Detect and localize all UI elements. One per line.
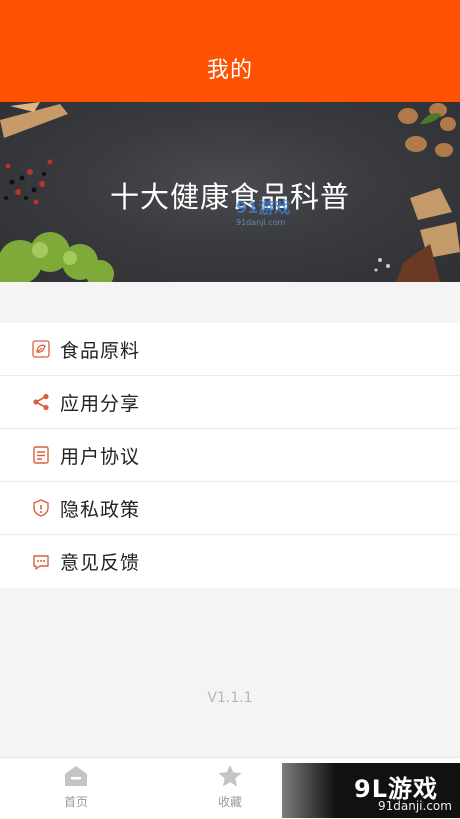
tab-home[interactable]: 首页 (36, 764, 116, 810)
watermark-site: 91danji.com (378, 799, 452, 813)
menu-item-user-agreement[interactable]: 用户协议 (0, 429, 460, 482)
food-ingredients-icon (32, 340, 50, 358)
app-version: V1.1.1 (207, 690, 253, 706)
chat-bubble-icon (32, 553, 50, 571)
settings-menu: 食品原料 应用分享 用户协议 隐私政策 意见反馈 (0, 323, 460, 588)
tab-label: 收藏 (217, 795, 242, 809)
menu-item-label: 应用分享 (60, 392, 141, 415)
home-icon (65, 766, 87, 786)
menu-item-food-ingredients[interactable]: 食品原料 (0, 323, 460, 376)
menu-item-label: 食品原料 (60, 339, 141, 362)
menu-item-label: 用户协议 (60, 445, 141, 468)
menu-item-label: 意见反馈 (60, 552, 141, 574)
banner-headline: 十大健康食品科普 (109, 180, 350, 214)
menu-item-privacy-policy[interactable]: 隐私政策 (0, 482, 460, 535)
banner[interactable]: 十大健康食品科普 91游戏 91danji.com (0, 102, 460, 282)
app-header: 我的 (0, 0, 460, 102)
menu-item-share-app[interactable]: 应用分享 (0, 376, 460, 429)
watermark-logo: 91游戏 91danji.com (236, 198, 291, 227)
menu-item-feedback[interactable]: 意见反馈 (0, 535, 460, 588)
document-icon (32, 446, 50, 464)
watermark-badge: 9L游戏 91danji.com (282, 763, 460, 818)
page-title: 我的 (206, 58, 253, 83)
tab-favorites[interactable]: 收藏 (190, 764, 270, 810)
tab-label: 首页 (63, 795, 88, 809)
star-icon (218, 765, 242, 787)
shield-icon (32, 499, 50, 517)
share-icon (32, 393, 50, 411)
menu-item-label: 隐私政策 (60, 498, 141, 521)
